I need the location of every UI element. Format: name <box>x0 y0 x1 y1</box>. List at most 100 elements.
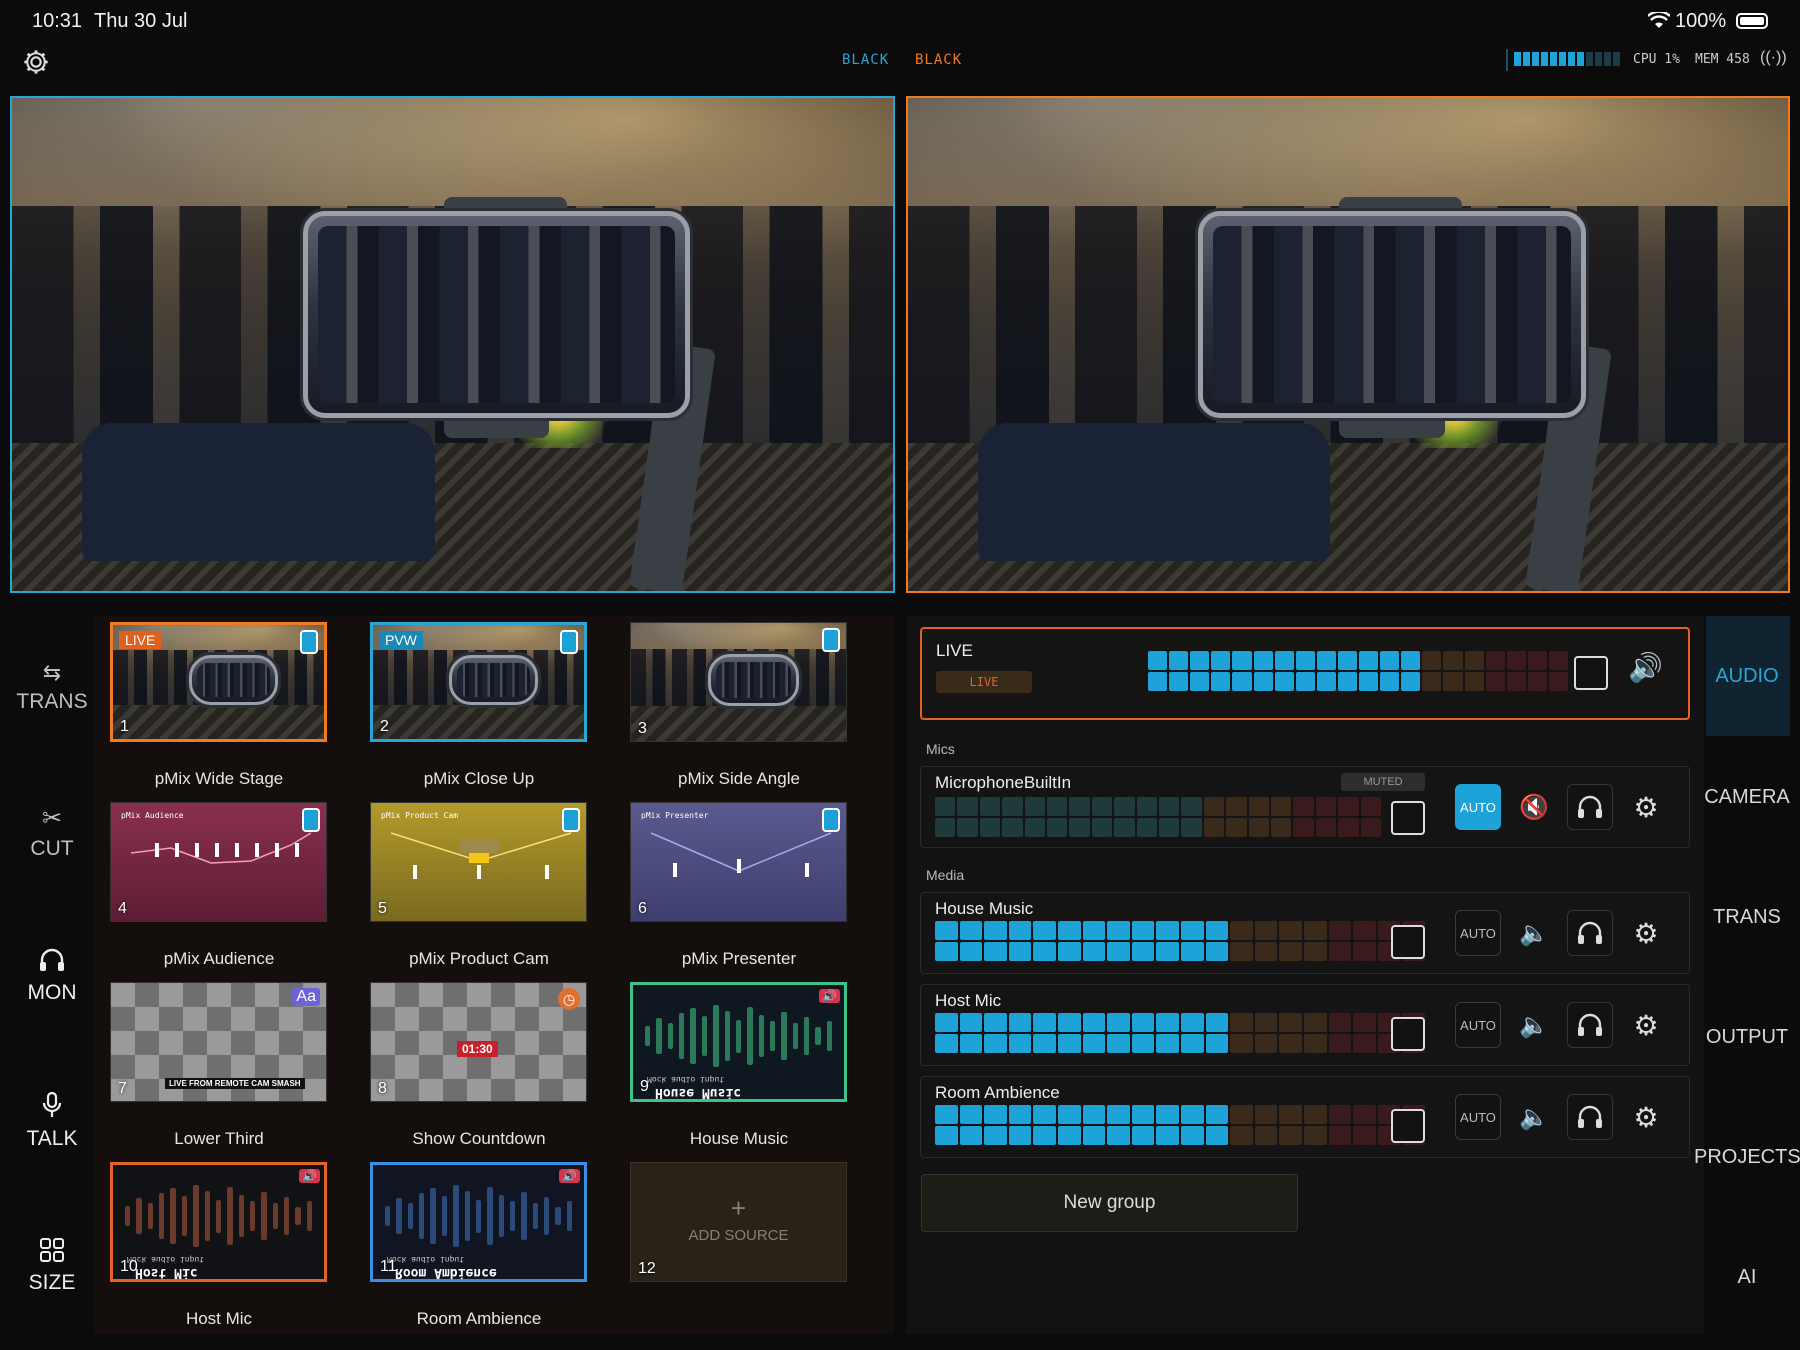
speaker-icon[interactable]: 🔈 <box>1511 910 1557 956</box>
speaker-icon: 🔊 <box>819 989 840 1003</box>
source-label-5: pMix Product Cam <box>409 949 549 968</box>
channel-host-mic: Host Mic AUTO 🔈 ⚙ <box>920 984 1690 1066</box>
mic-mute-toggle[interactable] <box>1391 801 1425 835</box>
gear-icon[interactable]: ⚙ <box>1623 1094 1669 1140</box>
speaker-icon: 🔊 <box>299 1169 320 1183</box>
room-ambience-auto-button[interactable]: AUTO <box>1455 1094 1501 1140</box>
status-date: Thu 30 Jul <box>94 10 188 32</box>
live-badge: LIVE <box>119 631 162 649</box>
room-ambience-level-meter <box>935 1105 1425 1145</box>
source-tile-11[interactable]: 🔊 Mock audio input Room Ambience 11 <box>370 1162 587 1282</box>
preview-badge: PVW <box>379 631 423 649</box>
source-label-8: Show Countdown <box>412 1129 546 1148</box>
broadcast-icon[interactable]: ((·)) <box>1760 49 1787 67</box>
grid-icon <box>40 1238 64 1262</box>
phone-camera-icon <box>300 630 318 654</box>
headphones-icon[interactable] <box>1567 910 1613 956</box>
host-mic-auto-button[interactable]: AUTO <box>1455 1002 1501 1048</box>
tab-output[interactable]: OUTPUT <box>1694 1026 1800 1049</box>
settings-gear-icon[interactable] <box>22 48 50 76</box>
battery-icon <box>1736 13 1768 29</box>
preview-source-label: BLACK <box>915 52 963 68</box>
source-tile-8[interactable]: ◷ 01:30 8 <box>370 982 587 1102</box>
headphones-icon[interactable] <box>1567 1094 1613 1140</box>
source-label-9: House Music <box>689 1129 789 1148</box>
phone-camera-icon <box>562 808 580 832</box>
tab-trans[interactable]: TRANS <box>1694 906 1800 929</box>
master-name: LIVE <box>936 641 973 660</box>
host-mic-mute-toggle[interactable] <box>1391 1017 1425 1051</box>
status-time: 10:31 <box>32 10 83 32</box>
memory-usage: MEM 458 <box>1695 52 1750 67</box>
mics-section-label: Mics <box>926 741 955 757</box>
tab-camera[interactable]: CAMERA <box>1694 786 1800 809</box>
channel-house-music: House Music AUTO 🔈 ⚙ <box>920 892 1690 974</box>
add-source-button[interactable]: + ADD SOURCE 12 <box>630 1162 847 1282</box>
speaker-icon[interactable]: 🔈 <box>1511 1002 1557 1048</box>
tab-projects[interactable]: PROJECTS <box>1694 1146 1800 1169</box>
speaker-icon[interactable]: 🔈 <box>1511 1094 1557 1140</box>
headphones-icon <box>40 948 64 971</box>
house-music-level-meter <box>935 921 1425 961</box>
gear-icon[interactable]: ⚙ <box>1623 1002 1669 1048</box>
nav-trans[interactable]: ⇆ TRANS <box>0 660 104 714</box>
live-tag: LIVE <box>936 671 1032 693</box>
channel-microphonebuiltin: MicrophoneBuiltIn MUTED AUTO 🔇 ⚙ <box>920 766 1690 848</box>
nav-cut[interactable]: ✂ CUT <box>0 804 104 861</box>
nav-mon[interactable]: MON <box>0 948 104 1005</box>
master-level-meter <box>1148 651 1568 691</box>
nav-size[interactable]: SIZE <box>0 1238 104 1295</box>
source-label-3: pMix Side Angle <box>678 769 800 788</box>
battery-percent: 100% <box>1675 10 1727 32</box>
muted-badge: MUTED <box>1341 773 1425 791</box>
host-mic-level-meter <box>935 1013 1425 1053</box>
source-tile-7[interactable]: Aa LIVE FROM REMOTE CAM SMASH 7 <box>110 982 327 1102</box>
preview-monitor[interactable] <box>906 96 1790 593</box>
program-monitor[interactable] <box>10 96 895 593</box>
phone-camera-icon <box>822 808 840 832</box>
countdown-time: 01:30 <box>457 1041 498 1057</box>
headphones-icon[interactable] <box>1567 1002 1613 1048</box>
mic-auto-button[interactable]: AUTO <box>1455 784 1501 830</box>
source-tile-6[interactable]: pMix Presenter 6 <box>630 802 847 922</box>
master-channel: LIVE LIVE 🔊 <box>920 627 1690 720</box>
nav-talk[interactable]: TALK <box>0 1091 104 1151</box>
cpu-meter <box>1514 52 1620 66</box>
gear-icon[interactable]: ⚙ <box>1623 910 1669 956</box>
source-tile-3[interactable]: 3 <box>630 622 847 742</box>
house-music-auto-button[interactable]: AUTO <box>1455 910 1501 956</box>
speaker-volume-icon[interactable]: 🔊 <box>1628 651 1663 684</box>
source-tile-1[interactable]: LIVE 1 <box>110 622 327 742</box>
phone-camera-icon <box>822 628 840 652</box>
new-group-button[interactable]: New group <box>921 1174 1298 1232</box>
tab-ai[interactable]: AI <box>1694 1266 1800 1289</box>
text-overlay-icon: Aa <box>292 988 320 1006</box>
source-label-2: pMix Close Up <box>423 769 535 788</box>
tab-audio[interactable]: AUDIO <box>1694 665 1800 688</box>
source-tile-10[interactable]: 🔊 Mock audio input Host Mic 10 <box>110 1162 327 1282</box>
source-label-10: Host Mic <box>185 1309 253 1328</box>
master-mute-toggle[interactable] <box>1574 656 1608 690</box>
speaker-icon: 🔊 <box>559 1169 580 1183</box>
house-music-mute-toggle[interactable] <box>1391 925 1425 959</box>
phone-camera-icon <box>560 630 578 654</box>
channel-room-ambience: Room Ambience AUTO 🔈 ⚙ <box>920 1076 1690 1158</box>
source-tile-5[interactable]: pMix Product Cam 5 <box>370 802 587 922</box>
source-label-11: Room Ambience <box>416 1309 542 1328</box>
room-ambience-mute-toggle[interactable] <box>1391 1109 1425 1143</box>
headphones-icon[interactable] <box>1567 784 1613 830</box>
speaker-muted-icon[interactable]: 🔇 <box>1511 784 1557 830</box>
source-tile-9[interactable]: 🔊 Mock audio input House Music 9 <box>630 982 847 1102</box>
source-tile-2[interactable]: PVW 2 <box>370 622 587 742</box>
timer-icon: ◷ <box>558 988 580 1010</box>
source-label-4: pMix Audience <box>163 949 275 968</box>
scissors-icon: ✂ <box>41 805 63 832</box>
source-label-6: pMix Presenter <box>681 949 797 968</box>
plus-icon: + <box>730 1193 747 1223</box>
source-label-7: Lower Third <box>174 1129 264 1148</box>
gear-icon[interactable]: ⚙ <box>1623 784 1669 830</box>
source-tile-4[interactable]: pMix Audience 4 <box>110 802 327 922</box>
media-section-label: Media <box>926 867 965 883</box>
arrows-swap-icon: ⇆ <box>42 660 62 685</box>
cpu-usage: CPU 1% <box>1633 52 1680 67</box>
